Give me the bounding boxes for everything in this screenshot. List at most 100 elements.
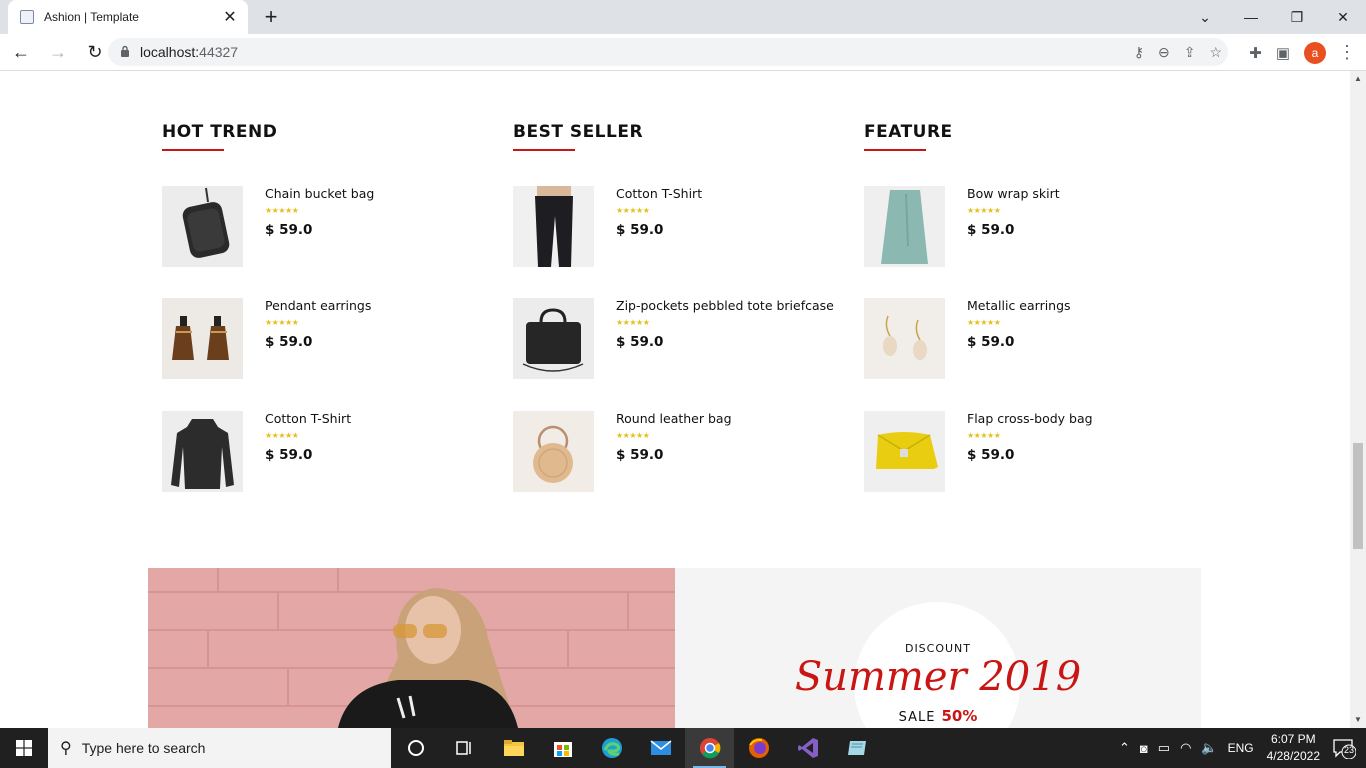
discount-panel: DISCOUNT Summer 2019 SALE 50%: [675, 568, 1201, 728]
product-price: $ 59.0: [616, 222, 664, 238]
page-viewport: HOT TREND BEST SELLER FEATURE Chain buck…: [0, 71, 1350, 728]
briefcase-icon[interactable]: [513, 298, 594, 379]
task-view-icon[interactable]: [440, 728, 489, 768]
url-text: localhost:44327: [140, 44, 239, 60]
bag-icon[interactable]: [162, 186, 243, 267]
product-name[interactable]: Cotton T-Shirt: [265, 411, 485, 426]
round-bag-icon[interactable]: [513, 411, 594, 492]
firefox-icon[interactable]: [734, 728, 783, 768]
product-item[interactable]: Chain bucket bag ★★★★★ $ 59.0: [162, 186, 492, 268]
volume-icon[interactable]: 🔈: [1201, 740, 1217, 756]
chevron-up-icon[interactable]: ⌃: [1119, 740, 1130, 756]
taskbar-apps: [391, 728, 881, 768]
product-price: $ 59.0: [265, 222, 313, 238]
file-explorer-icon[interactable]: [489, 728, 538, 768]
scroll-down-arrow[interactable]: ▼: [1350, 712, 1366, 728]
side-panel-icon[interactable]: ▣: [1276, 44, 1290, 62]
product-name[interactable]: Flap cross-body bag: [967, 411, 1187, 426]
clock-time: 6:07 PM: [1270, 732, 1316, 746]
tab-search-icon[interactable]: ⌄: [1182, 0, 1228, 34]
language-indicator[interactable]: ENG: [1228, 741, 1254, 755]
restore-button[interactable]: ❐: [1274, 0, 1320, 34]
lock-icon[interactable]: [120, 45, 130, 60]
browser-tab[interactable]: Ashion | Template ✕: [8, 0, 248, 34]
product-name[interactable]: Zip-pockets pebbled tote briefcase: [616, 298, 836, 313]
rating-stars: ★★★★★: [265, 431, 299, 440]
chrome-icon[interactable]: [685, 728, 734, 768]
close-tab-icon[interactable]: ✕: [222, 7, 238, 27]
extensions-icon[interactable]: ✚: [1249, 44, 1262, 62]
product-item[interactable]: Bow wrap skirt ★★★★★ $ 59.0: [864, 186, 1194, 268]
skirt-icon[interactable]: [864, 186, 945, 267]
bookmark-star-icon[interactable]: ☆: [1209, 44, 1222, 61]
cortana-icon[interactable]: [391, 728, 440, 768]
rating-stars: ★★★★★: [616, 206, 650, 215]
store-icon[interactable]: [538, 728, 587, 768]
new-tab-button[interactable]: +: [259, 5, 283, 29]
yellow-bag-icon[interactable]: [864, 411, 945, 492]
hot-trend-section: HOT TREND: [162, 122, 462, 151]
shell-earrings-icon[interactable]: [864, 298, 945, 379]
rating-stars: ★★★★★: [967, 206, 1001, 215]
section-title: HOT TREND: [162, 122, 278, 142]
notification-count: 23: [1344, 745, 1355, 755]
windows-start-icon[interactable]: [0, 728, 48, 768]
back-button[interactable]: ←: [5, 36, 37, 68]
browser-toolbar: ← → ↻ localhost:44327 ⚷ ⊖ ⇪ ☆ ✚ ▣ a ⋮: [0, 34, 1366, 71]
product-price: $ 59.0: [967, 334, 1015, 350]
product-item[interactable]: Cotton T-Shirt ★★★★★ $ 59.0: [513, 186, 843, 268]
browser-menu-icon[interactable]: ⋮: [1338, 42, 1356, 63]
battery-icon[interactable]: ▭: [1158, 740, 1170, 756]
product-item[interactable]: Zip-pockets pebbled tote briefcase ★★★★★…: [513, 298, 843, 380]
clock[interactable]: 6:07 PM 4/28/2022: [1267, 731, 1320, 765]
search-icon: ⚲: [60, 740, 72, 757]
product-name[interactable]: Pendant earrings: [265, 298, 485, 313]
windows-taskbar: ⚲ Type here to search ⌃ ◙ ▭ ◠ 🔈 ENG 6:07…: [0, 728, 1366, 768]
search-placeholder: Type here to search: [81, 740, 206, 756]
product-item[interactable]: Cotton T-Shirt ★★★★★ $ 59.0: [162, 411, 492, 493]
jeans-icon[interactable]: [513, 186, 594, 267]
product-name[interactable]: Bow wrap skirt: [967, 186, 1187, 201]
section-title: BEST SELLER: [513, 122, 644, 142]
window-controls: ⌄ — ❐ ✕: [1182, 0, 1366, 34]
wifi-icon[interactable]: ◠: [1180, 740, 1191, 756]
product-item[interactable]: Metallic earrings ★★★★★ $ 59.0: [864, 298, 1194, 380]
share-icon[interactable]: ⇪: [1184, 44, 1196, 61]
mail-icon[interactable]: [636, 728, 685, 768]
product-name[interactable]: Cotton T-Shirt: [616, 186, 836, 201]
product-item[interactable]: Round leather bag ★★★★★ $ 59.0: [513, 411, 843, 493]
earrings-icon[interactable]: [162, 298, 243, 379]
close-window-button[interactable]: ✕: [1320, 0, 1366, 34]
product-item[interactable]: Flap cross-body bag ★★★★★ $ 59.0: [864, 411, 1194, 493]
scroll-up-arrow[interactable]: ▲: [1350, 71, 1366, 87]
product-item[interactable]: Pendant earrings ★★★★★ $ 59.0: [162, 298, 492, 380]
app-window-icon[interactable]: [832, 728, 881, 768]
zoom-icon[interactable]: ⊖: [1158, 44, 1170, 61]
taskbar-search[interactable]: ⚲ Type here to search: [48, 728, 391, 768]
page-scrollbar[interactable]: ▲ ▼: [1350, 71, 1366, 728]
minimize-button[interactable]: —: [1228, 0, 1274, 34]
extension-area: ✚ ▣ a: [1249, 34, 1326, 71]
tab-title: Ashion | Template: [44, 10, 139, 24]
product-price: $ 59.0: [616, 334, 664, 350]
product-name[interactable]: Metallic earrings: [967, 298, 1187, 313]
title-underline: [162, 149, 224, 151]
address-bar[interactable]: localhost:44327 ⚷ ⊖ ⇪ ☆: [108, 38, 1228, 66]
sale-line: SALE 50%: [898, 707, 978, 725]
product-price: $ 59.0: [616, 447, 664, 463]
system-tray: ⌃ ◙ ▭ ◠ 🔈 ENG 6:07 PM 4/28/2022 23: [1114, 728, 1366, 768]
rating-stars: ★★★★★: [616, 318, 650, 327]
camera-icon[interactable]: ◙: [1140, 741, 1148, 756]
edge-icon[interactable]: [587, 728, 636, 768]
notification-icon[interactable]: 23: [1332, 737, 1357, 760]
key-icon[interactable]: ⚷: [1134, 44, 1144, 61]
forward-button[interactable]: →: [42, 36, 74, 68]
title-underline: [864, 149, 926, 151]
sweater-icon[interactable]: [162, 411, 243, 492]
scroll-thumb[interactable]: [1353, 443, 1363, 549]
product-name[interactable]: Round leather bag: [616, 411, 836, 426]
visual-studio-icon[interactable]: [783, 728, 832, 768]
product-name[interactable]: Chain bucket bag: [265, 186, 485, 201]
reload-button[interactable]: ↻: [79, 36, 111, 68]
profile-avatar[interactable]: a: [1304, 41, 1326, 64]
